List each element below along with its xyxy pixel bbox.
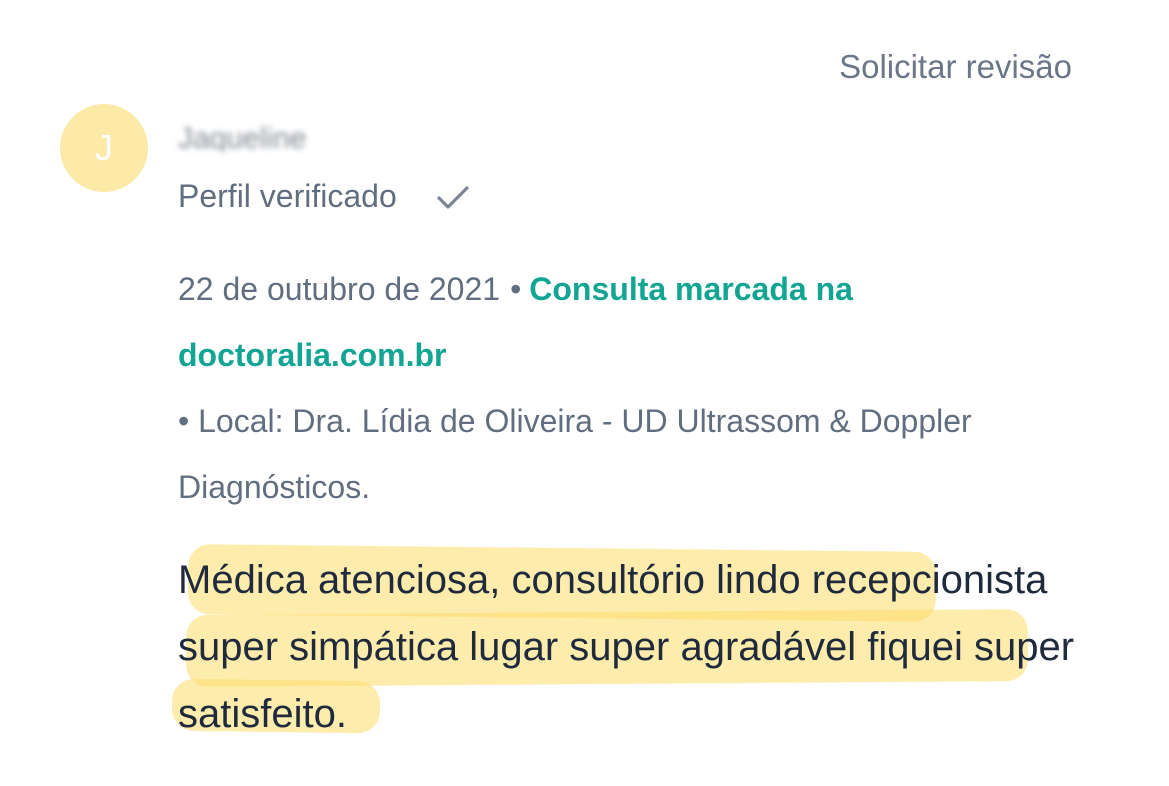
avatar-initial: J [95,127,113,168]
meta-separator: • [510,271,522,307]
review-location: • Local: Dra. Lídia de Oliveira - UD Ult… [178,403,972,505]
author-name-redacted: Jaqueline [178,122,307,152]
verified-label: Perfil verificado [178,178,397,214]
review-comment: Médica atenciosa, consultório lindo rece… [178,558,1075,736]
review-meta: 22 de outubro de 2021 • Consulta marcada n… [178,256,1098,520]
review-date: 22 de outubro de 2021 [178,271,501,307]
request-review-link[interactable]: Solicitar revisão [839,48,1072,86]
avatar: J [60,104,148,192]
verified-profile: Perfil verificado [178,178,471,215]
check-icon [435,179,471,215]
